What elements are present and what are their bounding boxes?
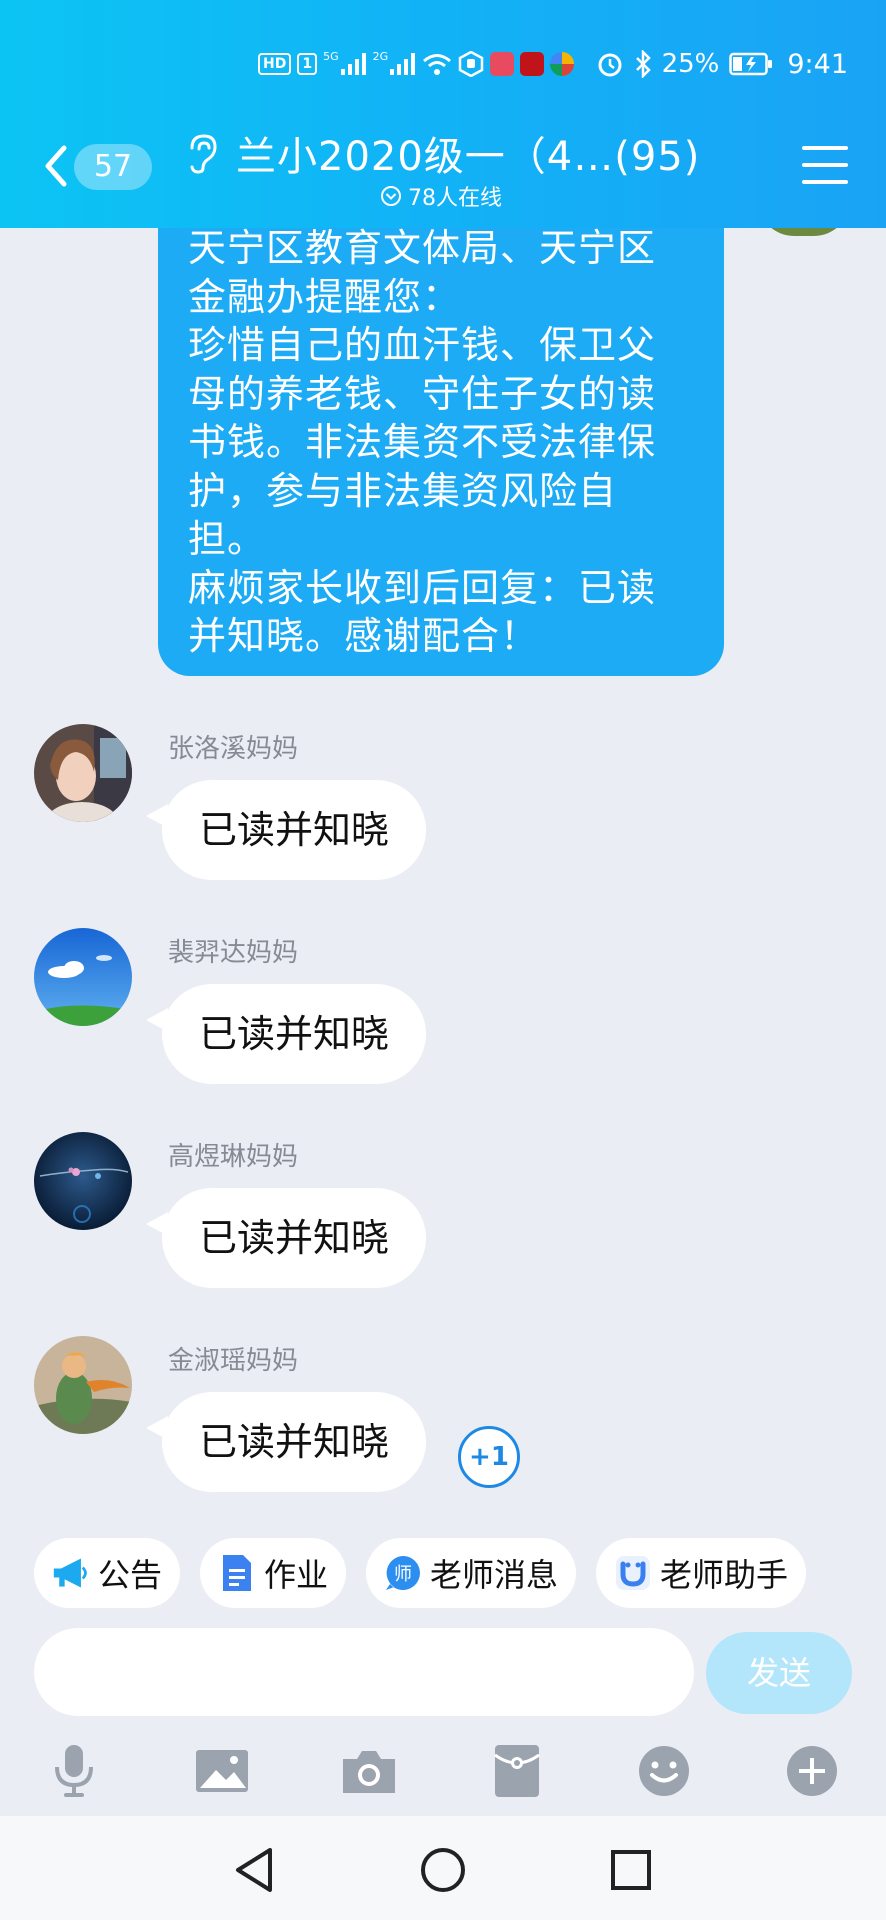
sky-avatar <box>34 928 132 1026</box>
menu-icon-bar <box>802 146 848 150</box>
chip-label: 作业 <box>264 1556 329 1594</box>
alarm-icon <box>596 50 624 78</box>
status-bar-right: 25% 9:41 <box>596 44 848 84</box>
avatar[interactable] <box>34 1132 132 1230</box>
unread-count-badge[interactable]: 57 <box>74 144 152 190</box>
notice-message-text: 天宁区教育文体局、天宁区 金融办提醒您： 珍惜自己的血汗钱、保卫父 母的养老钱、… <box>188 226 657 658</box>
teacher-icon: 师 <box>384 1554 422 1592</box>
online-count-text: 78人在线 <box>408 186 502 211</box>
emoji-icon[interactable] <box>631 1738 697 1804</box>
plus-icon[interactable] <box>779 1738 845 1804</box>
message-row: 裴羿达妈妈 已读并知晓 <box>0 928 886 1118</box>
menu-icon-bar <box>802 180 848 184</box>
hand-app-icon <box>458 51 484 77</box>
chat-title[interactable]: 兰小2020级一（4…(95) <box>236 124 700 182</box>
message-input[interactable] <box>34 1628 694 1716</box>
message-bubble[interactable]: 已读并知晓 <box>162 984 426 1084</box>
calendar-app-icon <box>520 52 545 76</box>
chip-label: 老师消息 <box>430 1556 559 1594</box>
homework-chip[interactable]: 作业 <box>200 1538 347 1608</box>
plus-one-button[interactable]: +1 <box>458 1426 520 1488</box>
chat-header: HD 1 5G 2G 25% 9:41 57 兰小2020级一（4…(95) 7… <box>0 0 886 228</box>
chip-label: 公告 <box>98 1556 163 1594</box>
sender-name: 裴羿达妈妈 <box>168 938 299 968</box>
chip-label: 老师助手 <box>660 1556 789 1594</box>
little-prince-avatar <box>34 1336 132 1434</box>
book-app-icon <box>490 52 515 76</box>
sim-badge: 1 <box>297 53 318 75</box>
hd-badge: HD <box>258 53 292 75</box>
message-row: 高煜琳妈妈 已读并知晓 <box>0 1132 886 1322</box>
status-bar-left: HD 1 5G 2G <box>258 44 575 84</box>
menu-icon-bar <box>802 163 848 167</box>
home-circle-icon[interactable] <box>415 1842 471 1898</box>
announcement-chip[interactable]: 公告 <box>34 1538 181 1608</box>
avatar[interactable] <box>34 724 132 822</box>
document-icon <box>218 1554 256 1592</box>
message-row: 金淑瑶妈妈 已读并知晓 <box>0 1336 886 1526</box>
online-status[interactable]: 78人在线 <box>380 180 502 212</box>
red-packet-icon[interactable] <box>484 1738 550 1804</box>
message-bubble[interactable]: 已读并知晓 <box>162 780 426 880</box>
signal-5g-icon: 5G <box>323 51 367 77</box>
recents-square-icon[interactable] <box>603 1842 659 1898</box>
system-nav-bar <box>0 1816 886 1920</box>
back-button[interactable] <box>38 140 74 192</box>
notice-message-bubble[interactable]: 天宁区教育文体局、天宁区 金融办提醒您： 珍惜自己的血汗钱、保卫父 母的养老钱、… <box>158 180 724 676</box>
chevron-left-icon <box>45 145 67 187</box>
back-triangle-icon[interactable] <box>226 1842 282 1898</box>
chevron-circle-icon <box>381 186 401 206</box>
svg-text:师: 师 <box>394 1564 412 1585</box>
browser-app-icon <box>550 52 575 76</box>
microphone-icon[interactable] <box>41 1738 107 1804</box>
teacher-message-chip[interactable]: 师 老师消息 <box>366 1538 577 1608</box>
battery-percent: 25% <box>661 49 720 79</box>
message-bubble[interactable]: 已读并知晓 <box>162 1188 426 1288</box>
message-bubble[interactable]: 已读并知晓 <box>162 1392 426 1492</box>
sender-name: 高煜琳妈妈 <box>168 1142 299 1172</box>
photo-avatar-woman <box>34 724 132 822</box>
menu-button[interactable] <box>802 146 848 184</box>
ear-icon[interactable] <box>184 132 220 174</box>
camera-icon[interactable] <box>336 1738 402 1804</box>
avatar[interactable] <box>34 928 132 1026</box>
megaphone-icon <box>52 1554 90 1592</box>
battery-charging-icon <box>729 52 773 76</box>
send-button[interactable]: 发送 <box>706 1632 852 1714</box>
clock: 9:41 <box>787 48 848 80</box>
sender-name: 金淑瑶妈妈 <box>168 1346 299 1376</box>
quick-actions-bar: 公告 作业 师 老师消息 老师助手 <box>34 1538 807 1608</box>
message-row: 张洛溪妈妈 已读并知晓 <box>0 724 886 914</box>
assistant-icon <box>614 1554 652 1592</box>
bluetooth-icon <box>634 50 652 78</box>
signal-2g-icon: 2G <box>373 51 417 77</box>
wifi-icon <box>422 52 452 76</box>
avatar[interactable] <box>34 1336 132 1434</box>
image-icon[interactable] <box>189 1738 255 1804</box>
sender-name: 张洛溪妈妈 <box>168 734 299 764</box>
teacher-assistant-chip[interactable]: 老师助手 <box>596 1538 807 1608</box>
night-flower-avatar <box>34 1132 132 1230</box>
